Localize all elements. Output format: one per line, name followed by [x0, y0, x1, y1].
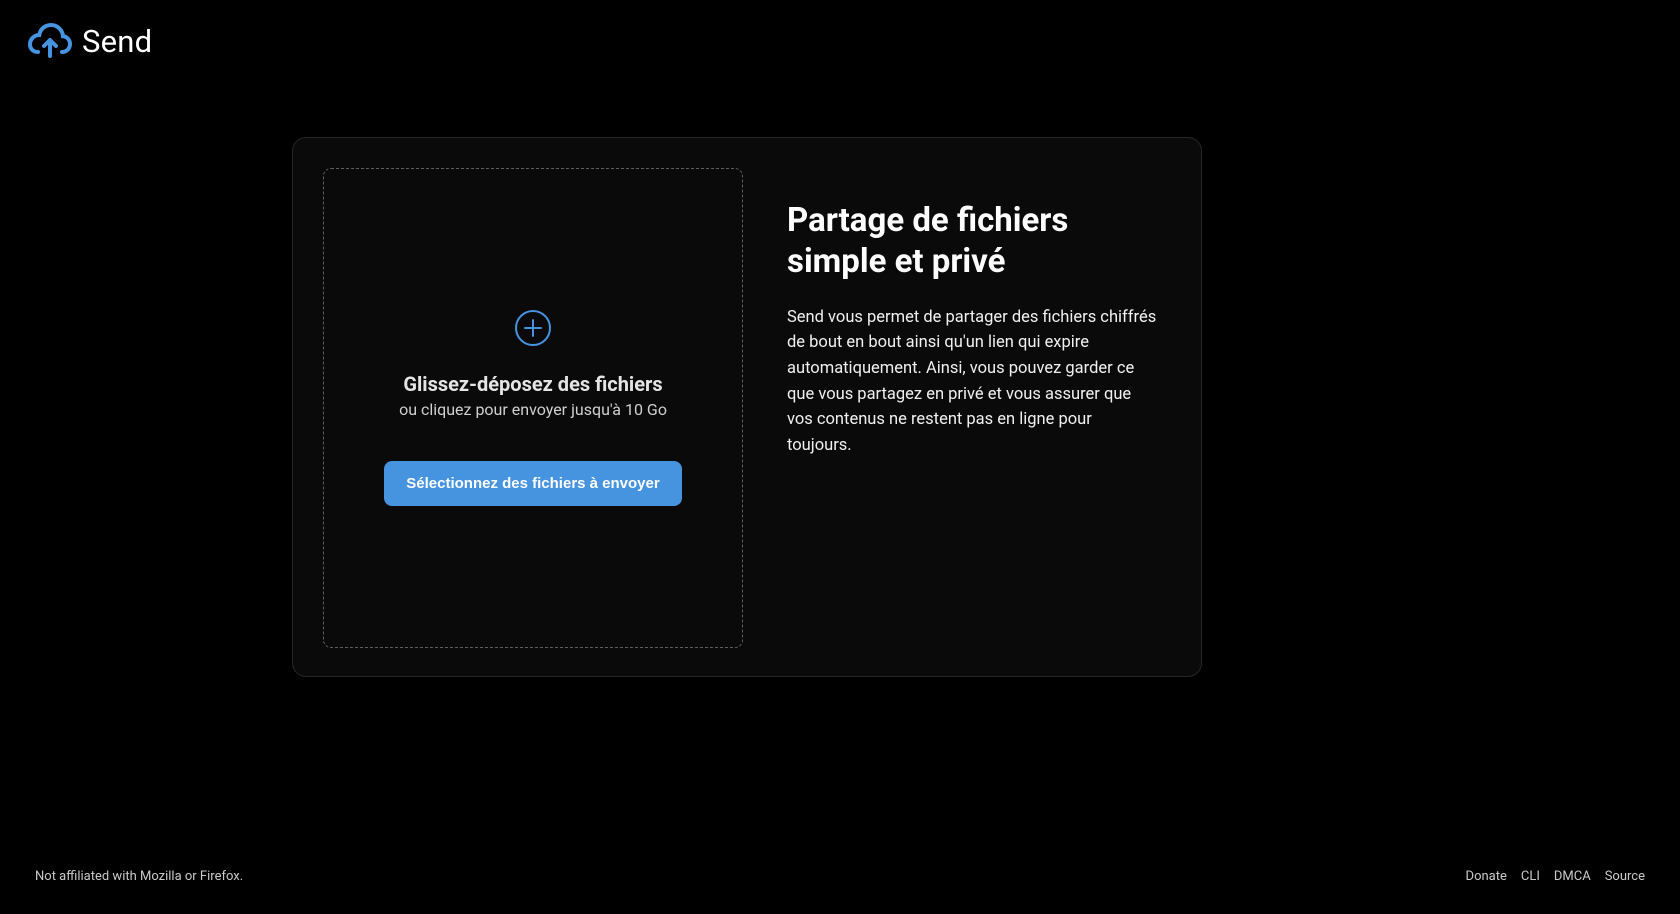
- cloud-upload-icon: [28, 22, 72, 60]
- footer-link-source[interactable]: Source: [1605, 869, 1645, 884]
- footer-link-cli[interactable]: CLI: [1521, 869, 1540, 884]
- plus-circle-icon: [515, 310, 551, 346]
- main-card: Glissez-déposez des fichiers ou cliquez …: [292, 137, 1202, 677]
- footer-disclaimer: Not affiliated with Mozilla or Firefox.: [35, 869, 243, 884]
- file-dropzone[interactable]: Glissez-déposez des fichiers ou cliquez …: [323, 168, 743, 648]
- footer: Not affiliated with Mozilla or Firefox. …: [35, 869, 1645, 884]
- logo-text: Send: [82, 23, 152, 60]
- footer-links: Donate CLI DMCA Source: [1466, 869, 1645, 884]
- select-files-button[interactable]: Sélectionnez des fichiers à envoyer: [384, 461, 681, 506]
- footer-link-donate[interactable]: Donate: [1466, 869, 1507, 884]
- footer-link-dmca[interactable]: DMCA: [1554, 869, 1591, 884]
- info-section: Partage de fichiers simple et privé Send…: [787, 168, 1171, 646]
- dropzone-title: Glissez-déposez des fichiers: [403, 372, 662, 396]
- dropzone-subtitle: ou cliquez pour envoyer jusqu'à 10 Go: [399, 400, 667, 419]
- header: Send: [28, 22, 152, 60]
- info-title: Partage de fichiers simple et privé: [787, 200, 1171, 283]
- info-description: Send vous permet de partager des fichier…: [787, 305, 1157, 459]
